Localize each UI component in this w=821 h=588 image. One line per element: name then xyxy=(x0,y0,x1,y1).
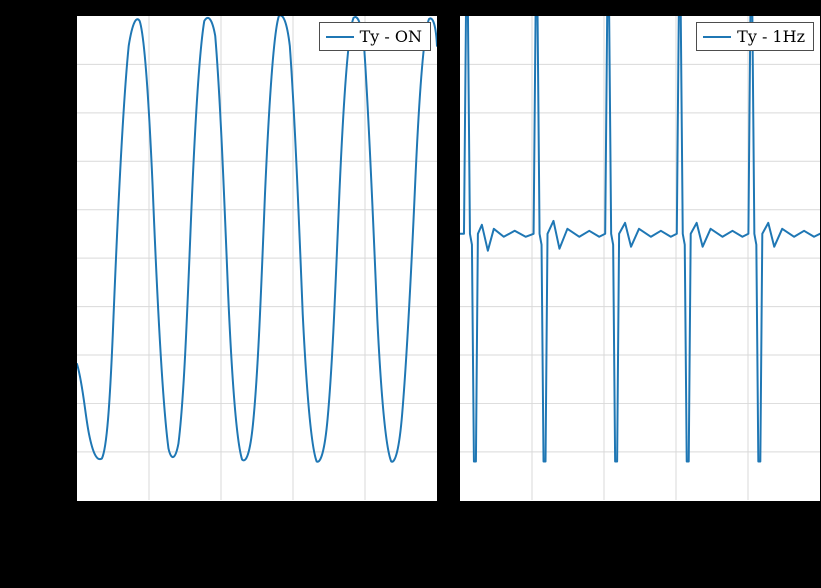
xtick-label: 3 xyxy=(289,509,299,528)
ytick-label: -20 xyxy=(41,347,67,366)
ytick-label: 0 xyxy=(57,250,67,269)
xtick-label: 1 xyxy=(144,509,154,528)
series-ty-1hz xyxy=(460,16,820,462)
x-axis-title: Time [s] xyxy=(220,535,295,556)
legend: Ty - 1Hz xyxy=(696,22,814,51)
xtick-label: 2 xyxy=(217,509,227,528)
ytick-label: -30 xyxy=(41,396,67,415)
ytick-label: 30 xyxy=(47,104,67,123)
series-ty-on xyxy=(77,16,437,462)
legend-swatch xyxy=(326,36,354,38)
xtick-label: 4 xyxy=(362,509,372,528)
chart-right: -50 50 0 1 2 3 4 5 Time [s] Ty - 1Hz xyxy=(459,15,821,502)
xtick-label: 0 xyxy=(72,509,82,528)
legend: Ty - ON xyxy=(319,22,431,51)
x-axis-title: Time [s] xyxy=(603,535,678,556)
chart-left: 50 40 30 20 10 0 -10 -20 -30 -40 -50 0 1… xyxy=(76,15,438,502)
xtick-label: 4 xyxy=(745,509,755,528)
ytick-label: 10 xyxy=(47,201,67,220)
xtick-label: 5 xyxy=(434,509,444,528)
xtick-label: 5 xyxy=(817,509,821,528)
chart-right-plot xyxy=(460,16,820,500)
ytick-label: -40 xyxy=(41,445,67,464)
xtick-label: 1 xyxy=(527,509,537,528)
xtick-label: 0 xyxy=(455,509,465,528)
ytick-label: -50 xyxy=(41,494,67,513)
xtick-label: 3 xyxy=(672,509,682,528)
xtick-label: 2 xyxy=(600,509,610,528)
ytick-label: 50 xyxy=(47,7,67,26)
ytick-label: 40 xyxy=(47,55,67,74)
grid xyxy=(77,16,437,500)
grid xyxy=(460,16,820,500)
ytick-label: 20 xyxy=(47,153,67,172)
legend-label: Ty - ON xyxy=(360,27,422,46)
chart-left-plot xyxy=(77,16,437,500)
ytick-label: -10 xyxy=(41,299,67,318)
legend-swatch xyxy=(703,36,731,38)
legend-label: Ty - 1Hz xyxy=(737,27,805,46)
